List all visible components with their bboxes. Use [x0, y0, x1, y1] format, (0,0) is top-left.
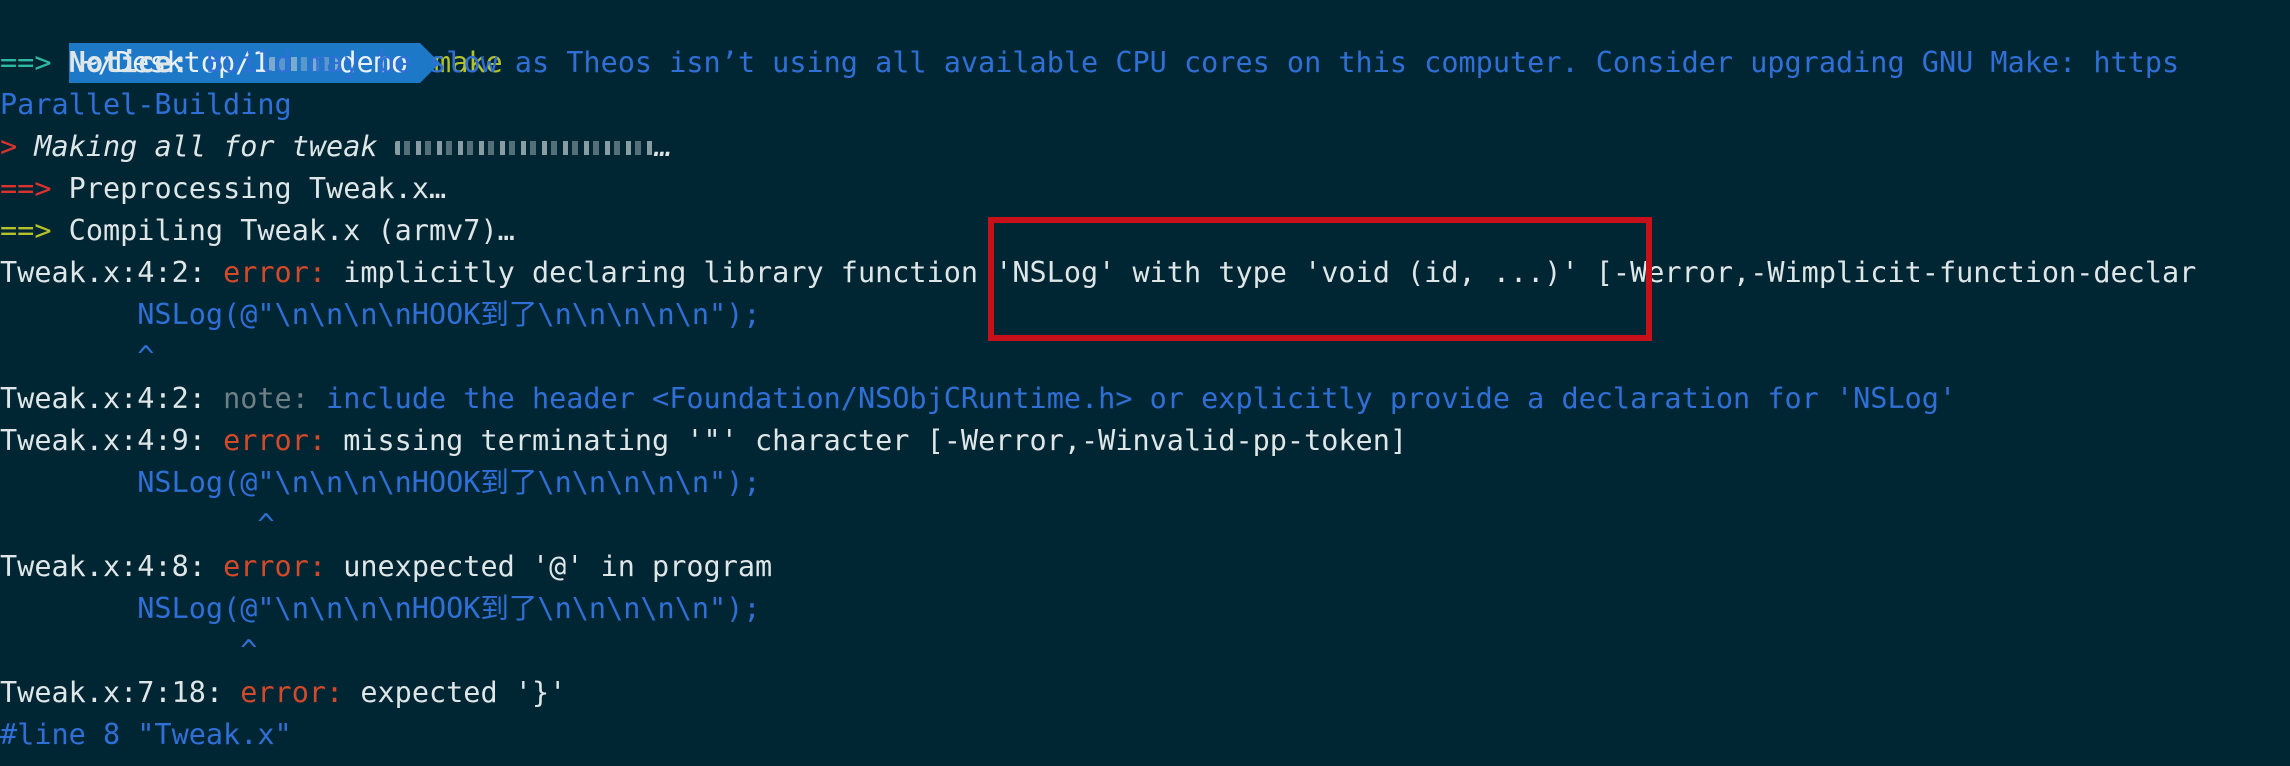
error-4-kind: error:: [240, 676, 344, 709]
note-1-location: Tweak.x:4:2:: [0, 382, 206, 415]
error-1-location: Tweak.x:4:2:: [0, 256, 206, 289]
notice-continuation: Parallel-Building: [0, 84, 292, 126]
error-2-caret: ^: [0, 504, 275, 546]
error-line-2: Tweak.x:4:9: error: missing terminating …: [0, 420, 1407, 462]
making-text: Making all for tweak: [34, 130, 378, 163]
error-1-source: NSLog(@"\n\n\n\nHOOK到了\n\n\n\n\n");: [0, 294, 761, 336]
line-directive-text: #line 8 "Tweak.x": [0, 718, 292, 751]
compiling-line: ==> Compiling Tweak.x (armv7)…: [0, 210, 515, 252]
error-line-4: Tweak.x:7:18: error: expected '}': [0, 672, 566, 714]
error-2-source-text: NSLog(@"\n\n\n\nHOOK到了\n\n\n\n\n");: [0, 466, 761, 499]
preprocessing-line: ==> Preprocessing Tweak.x…: [0, 168, 446, 210]
preproc-arrow: ==>: [0, 172, 52, 205]
error-2-source: NSLog(@"\n\n\n\nHOOK到了\n\n\n\n\n");: [0, 462, 761, 504]
note-1-kind: note:: [223, 382, 309, 415]
error-3-source: NSLog(@"\n\n\n\nHOOK到了\n\n\n\n\n");: [0, 588, 761, 630]
notice-label: Notice:: [68, 46, 189, 79]
notice-line: ==> Notice: Build may be slow as Theos i…: [0, 42, 2179, 84]
error-3-kind: error:: [223, 550, 327, 583]
error-line-3: Tweak.x:4:8: error: unexpected '@' in pr…: [0, 546, 772, 588]
notice-arrow: ==>: [0, 46, 52, 79]
prompt-line: ~/Desktop/1■■■■■demomake: [0, 0, 503, 83]
error-1-caret-text: ^: [0, 340, 155, 373]
compiling-arrow: ==>: [0, 214, 52, 247]
error-4-message: expected '}': [360, 676, 567, 709]
error-4-location: Tweak.x:7:18:: [0, 676, 224, 709]
error-1-caret: ^: [0, 336, 154, 378]
error-2-kind: error:: [223, 424, 327, 457]
making-arrow: >: [0, 130, 18, 163]
highlight-box: [988, 217, 1652, 341]
note-line-1: Tweak.x:4:2: note: include the header <F…: [0, 378, 1956, 420]
compiling-text: Compiling Tweak.x (armv7)…: [68, 214, 515, 247]
error-3-caret: ^: [0, 630, 257, 672]
notice-cont-text: Parallel-Building: [0, 88, 292, 121]
notice-text: Build may be slow as Theos isn’t using a…: [205, 46, 2180, 79]
error-1-source-text: NSLog(@"\n\n\n\nHOOK到了\n\n\n\n\n");: [0, 298, 761, 331]
note-1-message: include the header <Foundation/NSObjCRun…: [326, 382, 1957, 415]
making-redacted: ■■■■■■■: [394, 141, 655, 155]
line-directive: #line 8 "Tweak.x": [0, 714, 292, 756]
error-1-kind: error:: [223, 256, 327, 289]
making-ellipsis: …: [654, 130, 672, 163]
error-3-message: unexpected '@' in program: [343, 550, 773, 583]
error-2-caret-text: ^: [0, 508, 275, 541]
error-2-message: missing terminating '"' character [-Werr…: [343, 424, 1408, 457]
making-line: > Making all for tweak ■■■■■■■…: [0, 126, 672, 168]
error-3-caret-text: ^: [0, 634, 258, 667]
error-3-location: Tweak.x:4:8:: [0, 550, 206, 583]
error-2-location: Tweak.x:4:9:: [0, 424, 206, 457]
terminal-window[interactable]: ~/Desktop/1■■■■■demomake ==> Notice: Bui…: [0, 0, 2290, 766]
error-3-source-text: NSLog(@"\n\n\n\nHOOK到了\n\n\n\n\n");: [0, 592, 761, 625]
preproc-text: Preprocessing Tweak.x…: [68, 172, 447, 205]
